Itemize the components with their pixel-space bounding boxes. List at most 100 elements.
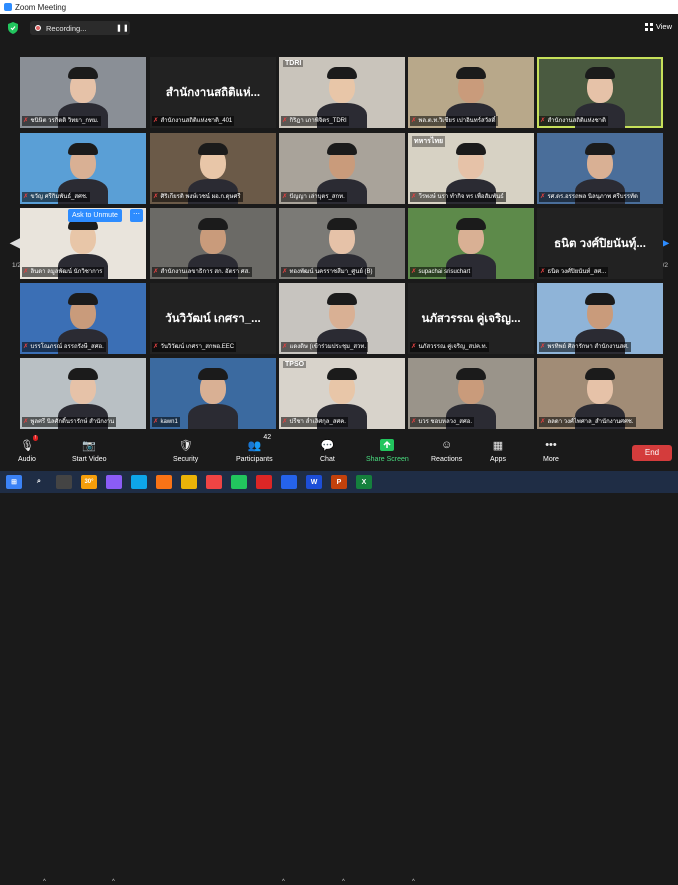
participant-tile[interactable]: ✗ สำนักงานสถิติแห่งชาติ	[537, 57, 663, 128]
participant-tile[interactable]: ✗ บรรโณภรณ์ อรรถรังษี_สศอ.	[20, 283, 146, 354]
start-video-button[interactable]: 📷 Start Video	[72, 437, 107, 464]
participant-name-label: ✗ ลลดา วงศ์ไพศาล_สำนักงานศศช.	[539, 417, 636, 427]
participant-tile[interactable]: นภัสวรรณ คู่เจริญ... ✗ นภัสวรรณ คู่เจริญ_ส…	[408, 283, 534, 354]
more-button[interactable]: ••• More	[543, 437, 559, 463]
participant-tile[interactable]: วันวิวัฒน์ เกศรา_... ✗ วันวิวัฒน์ เกศรา_สก…	[150, 283, 276, 354]
participant-hair	[327, 143, 357, 155]
organization-logo: TPSO	[283, 361, 307, 368]
participants-caret-icon[interactable]: ^	[282, 879, 285, 885]
participant-tile[interactable]: ✗ แดงดิษ (เข้าร่วมประชุม_สวท.	[279, 283, 405, 354]
folder-icon[interactable]	[156, 475, 172, 489]
participant-name-label: ✗ พล.ต.ท.วิเชียร เปาอินทร์สวัสดิ์	[410, 116, 498, 126]
participant-name: ปรีชา ล่ำเลิศกุล_สศค.	[289, 419, 346, 425]
meeting-toolbar: 🎙! Audio ^ 📷 Start Video ^ 🛡 Security 👥 4…	[0, 434, 678, 885]
muted-microphone-icon: ✗	[282, 193, 288, 200]
teams-icon[interactable]	[106, 475, 122, 489]
participant-name-label: ✗ kawn1	[152, 417, 180, 427]
participant-name: ขวัญ ศรีกิมพันธ์_สศช.	[30, 194, 88, 200]
muted-microphone-icon: ✗	[540, 193, 546, 200]
security-button[interactable]: 🛡 Security	[173, 437, 198, 464]
participant-name-label: ✗ บรรโณภรณ์ อรรถรังษี_สศอ.	[22, 342, 106, 352]
excel-icon[interactable]: X	[356, 475, 372, 489]
view-button[interactable]: View	[644, 22, 672, 31]
participant-tile[interactable]: ✗ พล.ต.ท.วิเชียร เปาอินทร์สวัสดิ์	[408, 57, 534, 128]
participant-tile[interactable]: TDRI ✗ กิริฎา เภาพิจิตร_TDRI	[279, 57, 405, 128]
participant-tile[interactable]: ✗ รศ.ดร.อรรถพล นิลนุภาพ ศรีบรรทัด	[537, 133, 663, 204]
smiley-reaction-icon: ☺	[440, 439, 453, 451]
audio-button[interactable]: 🎙! Audio	[18, 435, 38, 463]
muted-microphone-icon: ✗	[153, 268, 159, 275]
muted-microphone-icon: ✗	[411, 418, 417, 425]
tile-more-options-button[interactable]: ⋯	[130, 209, 143, 222]
participant-name-label: ✗ วีรพงษ์ นรา ทำกิจ ทร เพื่อสัมพันธ์	[410, 192, 506, 202]
participant-tile[interactable]: ✗ supachai srisuchart	[408, 208, 534, 279]
participant-name-label: ✗ สำนักงานเลขาธิการ สก. อัตรา ศส.	[152, 267, 252, 277]
participant-hair	[585, 143, 615, 155]
zoom-app-icon	[4, 3, 12, 11]
ask-to-unmute-button[interactable]: Ask to Unmute	[68, 209, 122, 222]
participant-tile[interactable]: ✗ บวร ชอบหลวง_สศอ.	[408, 358, 534, 429]
share-screen-button[interactable]: Share Screen	[366, 437, 409, 463]
participant-name: ทองพัฒน์ นครราชสีมา_ศูนย์ (B)	[289, 269, 373, 275]
chat-caret-icon[interactable]: ^	[342, 879, 345, 885]
participant-name: ธนิต วงศ์ปิยนันท์_สศ...	[547, 269, 607, 275]
participant-tile[interactable]: ✗ ทองพัฒน์ นครราชสีมา_ศูนย์ (B)	[279, 208, 405, 279]
participant-name: ลลดา วงศ์ไพศาล_สำนักงานศศช.	[547, 419, 634, 425]
share-caret-icon[interactable]: ^	[412, 879, 415, 885]
participant-hair	[327, 67, 357, 79]
participant-tile[interactable]: ✗ สำนักงานเลขาธิการ สก. อัตรา ศส.	[150, 208, 276, 279]
participant-tile[interactable]: ✗ ขวัญ ศรีกิมพันธ์_สศช.	[20, 133, 146, 204]
office-icon[interactable]	[256, 475, 272, 489]
participant-tile[interactable]: ทหารไทย ✗ วีรพงษ์ นรา ทำกิจ ทร เพื่อสัมพัน…	[408, 133, 534, 204]
participant-body	[188, 404, 238, 429]
file-explorer-icon[interactable]	[181, 475, 197, 489]
apps-button[interactable]: ▦ Apps	[490, 437, 506, 464]
muted-microphone-icon: ✗	[411, 193, 417, 200]
chat-button[interactable]: 💬 Chat	[320, 437, 335, 464]
participant-name: ลินดา ลมูลพัฒน์ นักวิชาการ	[30, 269, 103, 275]
edge-icon[interactable]	[131, 475, 147, 489]
participant-hair	[68, 67, 98, 79]
participant-hair	[198, 143, 228, 155]
end-meeting-button[interactable]: End	[632, 445, 672, 461]
weather-icon[interactable]: 30°	[81, 475, 97, 489]
participant-name-label: ✗ พรทิพย์ ศิลารักษา สำนักงานสศ.	[539, 342, 631, 352]
muted-microphone-icon: ✗	[23, 418, 29, 425]
participant-tile[interactable]: ✗ พูลศรี นิลศักดิ์นรารักษ์ สำนักงาน	[20, 358, 146, 429]
windows-start-icon[interactable]: ⊞	[6, 475, 22, 489]
powerpoint-icon[interactable]: P	[331, 475, 347, 489]
participant-name: นภัสวรรณ คู่เจริญ_สปค.ท.	[418, 344, 488, 350]
participant-tile[interactable]: ✗ ชนิษิต วรกิตติ วิทยา_กทม.	[20, 57, 146, 128]
participant-tile[interactable]: ✗ ลลดา วงศ์ไพศาล_สำนักงานศศช.	[537, 358, 663, 429]
audio-options-caret-icon[interactable]: ^	[43, 879, 46, 885]
chrome-icon[interactable]	[206, 475, 222, 489]
participant-tile[interactable]: TPSO ✗ ปรีชา ล่ำเลิศกุล_สศค.	[279, 358, 405, 429]
participant-tile[interactable]: ✗ ปัญญา เล่าบุตร_สกท.	[279, 133, 405, 204]
reactions-button[interactable]: ☺ Reactions	[431, 437, 462, 463]
participant-hair	[68, 368, 98, 380]
participant-tile[interactable]: สำนักงานสถิติแห่... ✗ สำนักงานสถิติแห่งชาต…	[150, 57, 276, 128]
search-icon[interactable]: ⌕	[31, 475, 47, 489]
participant-name: supachai srisuchart	[418, 269, 471, 275]
video-options-caret-icon[interactable]: ^	[112, 879, 115, 885]
participant-name-label: ✗ กิริฎา เภาพิจิตร_TDRI	[281, 116, 349, 126]
task-view-icon[interactable]	[56, 475, 72, 489]
participant-tile[interactable]: ธนิต วงศ์ปิยนันท์ุ... ✗ ธนิต วงศ์ปิยนันท์_…	[537, 208, 663, 279]
line-icon[interactable]	[231, 475, 247, 489]
participant-name: วีรพงษ์ นรา ทำกิจ ทร เพื่อสัมพันธ์	[418, 194, 504, 200]
participant-tile[interactable]: ✗ ศิริเกียรติ พงษ์เวชน์ ผอ.ก.ดุษศรี	[150, 133, 276, 204]
muted-microphone-icon: ✗	[540, 418, 546, 425]
recording-indicator[interactable]: Recording... ❚❚	[30, 21, 130, 35]
participants-button[interactable]: 👥 42 Participants	[236, 434, 273, 463]
zoom-taskbar-icon[interactable]	[281, 475, 297, 489]
participant-tile[interactable]: ✗ พรทิพย์ ศิลารักษา สำนักงานสศ.	[537, 283, 663, 354]
windows-taskbar: ⊞ ⌕ 30° W P X	[0, 471, 678, 493]
participants-icon: 👥 42	[247, 434, 272, 452]
word-icon[interactable]: W	[306, 475, 322, 489]
participant-name-label: ✗ แดงดิษ (เข้าร่วมประชุม_สวท.	[281, 342, 369, 352]
shield-icon[interactable]	[8, 22, 18, 34]
participant-tile[interactable]: ✗ kawn1	[150, 358, 276, 429]
muted-microphone-icon: ✗	[282, 268, 288, 275]
pause-recording-icon[interactable]: ❚❚	[116, 24, 130, 32]
participant-name: ชนิษิต วรกิตติ วิทยา_กทม.	[30, 118, 99, 124]
